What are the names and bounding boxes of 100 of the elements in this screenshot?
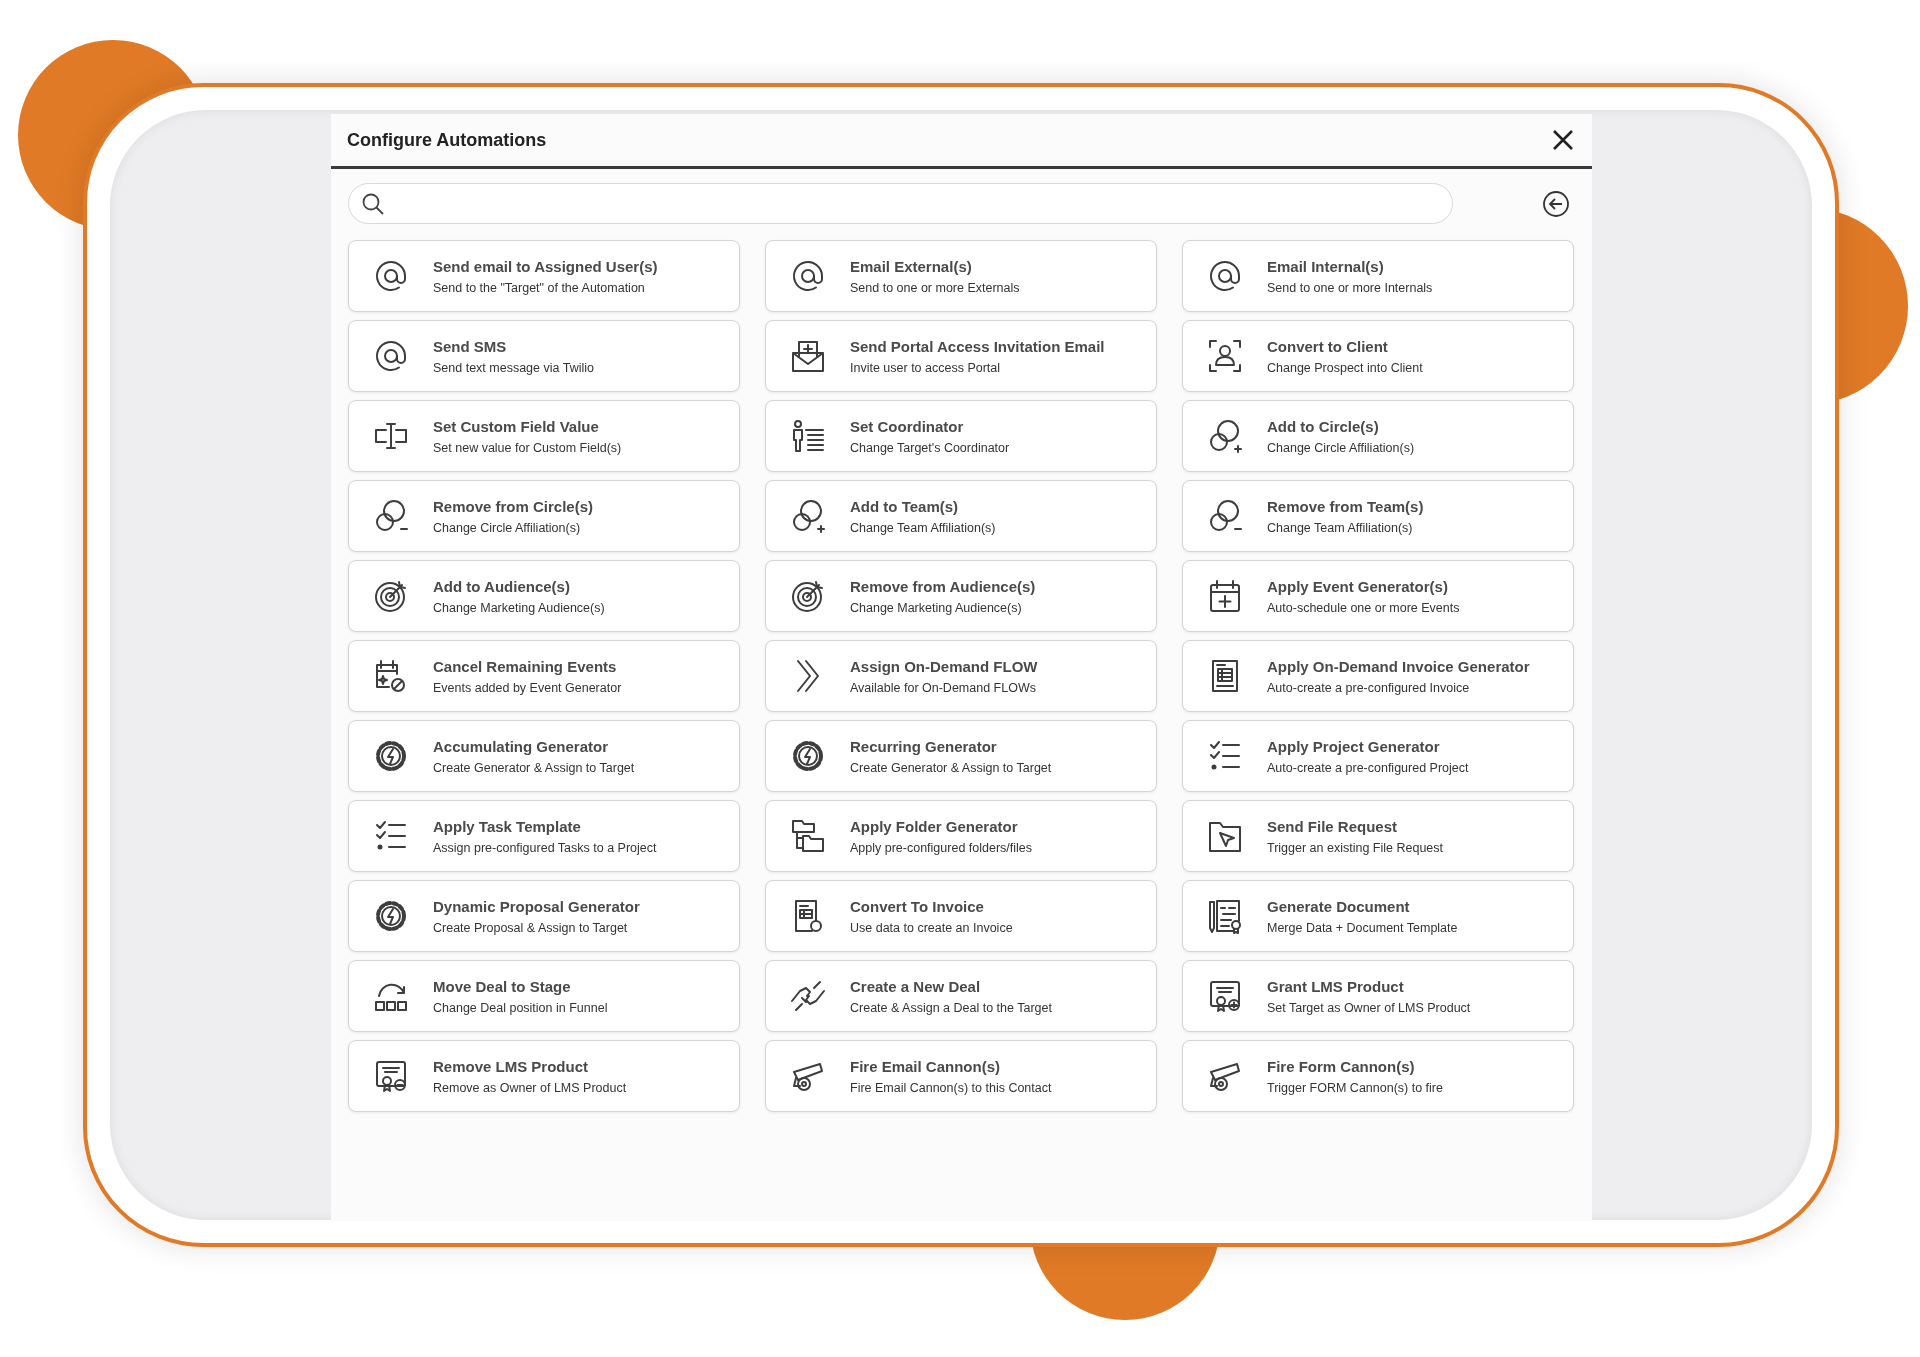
automation-card[interactable]: Remove from Team(s) Change Team Affiliation(s) <box>1182 480 1574 552</box>
automation-title: Send Portal Access Invitation Email <box>850 337 1105 355</box>
automation-description: Assign pre-configured Tasks to a Project <box>433 840 657 855</box>
back-button[interactable] <box>1542 189 1570 218</box>
automation-card[interactable]: Send SMS Send text message via Twilio <box>348 320 740 392</box>
automation-description: Apply pre-configured folders/files <box>850 840 1033 855</box>
automation-title: Set Custom Field Value <box>433 417 600 435</box>
automation-card[interactable]: Remove from Audience(s) Change Marketing Audience(s) <box>765 560 1157 632</box>
automation-card[interactable]: Apply Task Template Assign pre-configured Tasks to a Project <box>348 800 740 872</box>
automation-title: Send SMS <box>433 337 508 355</box>
automation-card[interactable]: Cancel Remaining Events Events added by Event Generator <box>348 640 740 712</box>
automation-description: Change Circle Affiliation(s) <box>1267 440 1415 455</box>
automation-description: Trigger an existing File Request <box>1267 840 1443 855</box>
automation-card[interactable]: Email Internal(s) Send to one or more Internals <box>1182 240 1574 312</box>
automation-title: Cancel Remaining Events <box>433 657 618 675</box>
automation-card[interactable]: Apply On-Demand Invoice Generator Auto-create a pre-configured Invoice <box>1182 640 1574 712</box>
automation-card[interactable]: Send File Request Trigger an existing File Request <box>1182 800 1574 872</box>
automation-title: Apply Project Generator <box>1267 737 1441 755</box>
automation-description: Invite user to access Portal <box>850 360 1002 375</box>
search-icon <box>361 191 385 216</box>
automation-title: Remove LMS Product <box>433 1057 590 1075</box>
automation-card[interactable]: Send Portal Access Invitation Email Invite user to access Portal <box>765 320 1157 392</box>
automation-title: Recurring Generator <box>850 737 998 755</box>
automation-title: Send email to Assigned User(s) <box>433 257 658 275</box>
automation-title: Remove from Circle(s) <box>433 497 594 515</box>
automation-description: Change Marketing Audience(s) <box>850 600 1023 615</box>
automation-title: Fire Email Cannon(s) <box>850 1057 1002 1075</box>
automation-card[interactable]: Remove LMS Product Remove as Owner of LMS Product <box>348 1040 740 1112</box>
automation-title: Create a New Deal <box>850 977 982 995</box>
automation-description: Create & Assign a Deal to the Target <box>850 1000 1052 1015</box>
automation-title: Add to Circle(s) <box>1267 417 1380 435</box>
automation-title: Apply On-Demand Invoice Generator <box>1267 657 1530 675</box>
automation-title: Dynamic Proposal Generator <box>433 897 640 915</box>
automation-card[interactable]: Convert To Invoice Use data to create an Invoice <box>765 880 1157 952</box>
automation-card[interactable]: Add to Audience(s) Change Marketing Audience(s) <box>348 560 740 632</box>
automation-title: Move Deal to Stage <box>433 977 572 995</box>
automation-card[interactable]: Set Custom Field Value Set new value for Custom Field(s) <box>348 400 740 472</box>
automation-card[interactable]: Add to Team(s) Change Team Affiliation(s) <box>765 480 1157 552</box>
automation-title: Accumulating Generator <box>433 737 610 755</box>
automation-title: Apply Event Generator(s) <box>1267 577 1449 595</box>
automation-title: Convert to Client <box>1267 337 1389 355</box>
automation-description: Remove as Owner of LMS Product <box>433 1080 627 1095</box>
automation-card[interactable]: Remove from Circle(s) Change Circle Affiliation(s) <box>348 480 740 552</box>
automation-description: Available for On-Demand FLOWs <box>850 680 1037 695</box>
automation-description: Fire Email Cannon(s) to this Contact <box>850 1080 1052 1095</box>
automation-description: Change Target's Coordinator <box>850 440 1010 455</box>
automation-card[interactable]: Add to Circle(s) Change Circle Affiliation(s) <box>1182 400 1574 472</box>
automation-card[interactable]: Generate Document Merge Data + Document Template <box>1182 880 1574 952</box>
automation-description: Merge Data + Document Template <box>1267 920 1458 935</box>
automation-card[interactable]: Send email to Assigned User(s) Send to the "Target" of the Automation <box>348 240 740 312</box>
automation-title: Apply Folder Generator <box>850 817 1019 835</box>
automation-description: Use data to create an Invoice <box>850 920 1013 935</box>
automation-description: Send to the "Target" of the Automation <box>433 280 646 295</box>
automation-description: Auto-schedule one or more Events <box>1267 600 1460 615</box>
automation-description: Change Prospect into Client <box>1267 360 1423 375</box>
automation-card[interactable]: Set Coordinator Change Target's Coordinator <box>765 400 1157 472</box>
dialog-title: Configure Automations <box>347 129 547 151</box>
automation-description: Set Target as Owner of LMS Product <box>1267 1000 1471 1015</box>
automation-description: Auto-create a pre-configured Invoice <box>1267 680 1471 695</box>
automation-card[interactable]: Email External(s) Send to one or more Externals <box>765 240 1157 312</box>
automation-description: Send to one or more Internals <box>1267 280 1433 295</box>
search-field[interactable] <box>348 183 1453 224</box>
automation-description: Send text message via Twilio <box>433 360 594 375</box>
automation-title: Email External(s) <box>850 257 973 275</box>
automation-card[interactable]: Grant LMS Product Set Target as Owner of LMS Product <box>1182 960 1574 1032</box>
automation-title: Assign On-Demand FLOW <box>850 657 1038 675</box>
automation-card[interactable]: Create a New Deal Create & Assign a Deal to the Target <box>765 960 1157 1032</box>
automation-card[interactable]: Fire Email Cannon(s) Fire Email Cannon(s) to this Contact <box>765 1040 1157 1112</box>
automation-title: Add to Team(s) <box>850 497 960 515</box>
automation-card[interactable]: Convert to Client Change Prospect into Client <box>1182 320 1574 392</box>
automation-title: Send File Request <box>1267 817 1399 835</box>
automation-card[interactable]: Apply Folder Generator Apply pre-configured folders/files <box>765 800 1157 872</box>
automation-description: Change Team Affiliation(s) <box>850 520 996 535</box>
automation-title: Apply Task Template <box>433 817 582 835</box>
automation-card[interactable]: Apply Project Generator Auto-create a pre-configured Project <box>1182 720 1574 792</box>
automation-card[interactable]: Accumulating Generator Create Generator & Assign to Target <box>348 720 740 792</box>
automation-title: Remove from Team(s) <box>1267 497 1424 515</box>
automation-card[interactable]: Recurring Generator Create Generator & Assign to Target <box>765 720 1157 792</box>
automation-description: Change Deal position in Funnel <box>433 1000 608 1015</box>
automation-description: Change Team Affiliation(s) <box>1267 520 1414 535</box>
automation-card[interactable]: Apply Event Generator(s) Auto-schedule one or more Events <box>1182 560 1574 632</box>
automation-card[interactable]: Move Deal to Stage Change Deal position in Funnel <box>348 960 740 1032</box>
automation-description: Send to one or more Externals <box>850 280 1020 295</box>
automation-title: Remove from Audience(s) <box>850 577 1036 595</box>
automation-card[interactable]: Assign On-Demand FLOW Available for On-Demand FLOWs <box>765 640 1157 712</box>
automation-title: Fire Form Cannon(s) <box>1267 1057 1416 1075</box>
automation-description: Create Generator & Assign to Target <box>850 760 1052 775</box>
automation-title: Generate Document <box>1267 897 1411 915</box>
automation-description: Set new value for Custom Field(s) <box>433 440 622 455</box>
automation-description: Change Marketing Audience(s) <box>433 600 605 615</box>
automation-description: Change Circle Affiliation(s) <box>433 520 582 535</box>
automation-title: Add to Audience(s) <box>433 577 571 595</box>
automation-description: Events added by Event Generator <box>433 680 622 695</box>
automation-title: Convert To Invoice <box>850 897 985 915</box>
automation-description: Create Generator & Assign to Target <box>433 760 635 775</box>
automation-description: Create Proposal & Assign to Target <box>433 920 629 935</box>
automation-card[interactable]: Fire Form Cannon(s) Trigger FORM Cannon(s) to fire <box>1182 1040 1574 1112</box>
automation-title: Grant LMS Product <box>1267 977 1405 995</box>
automation-card[interactable]: Dynamic Proposal Generator Create Proposal & Assign to Target <box>348 880 740 952</box>
automation-description: Trigger FORM Cannon(s) to fire <box>1267 1080 1443 1095</box>
